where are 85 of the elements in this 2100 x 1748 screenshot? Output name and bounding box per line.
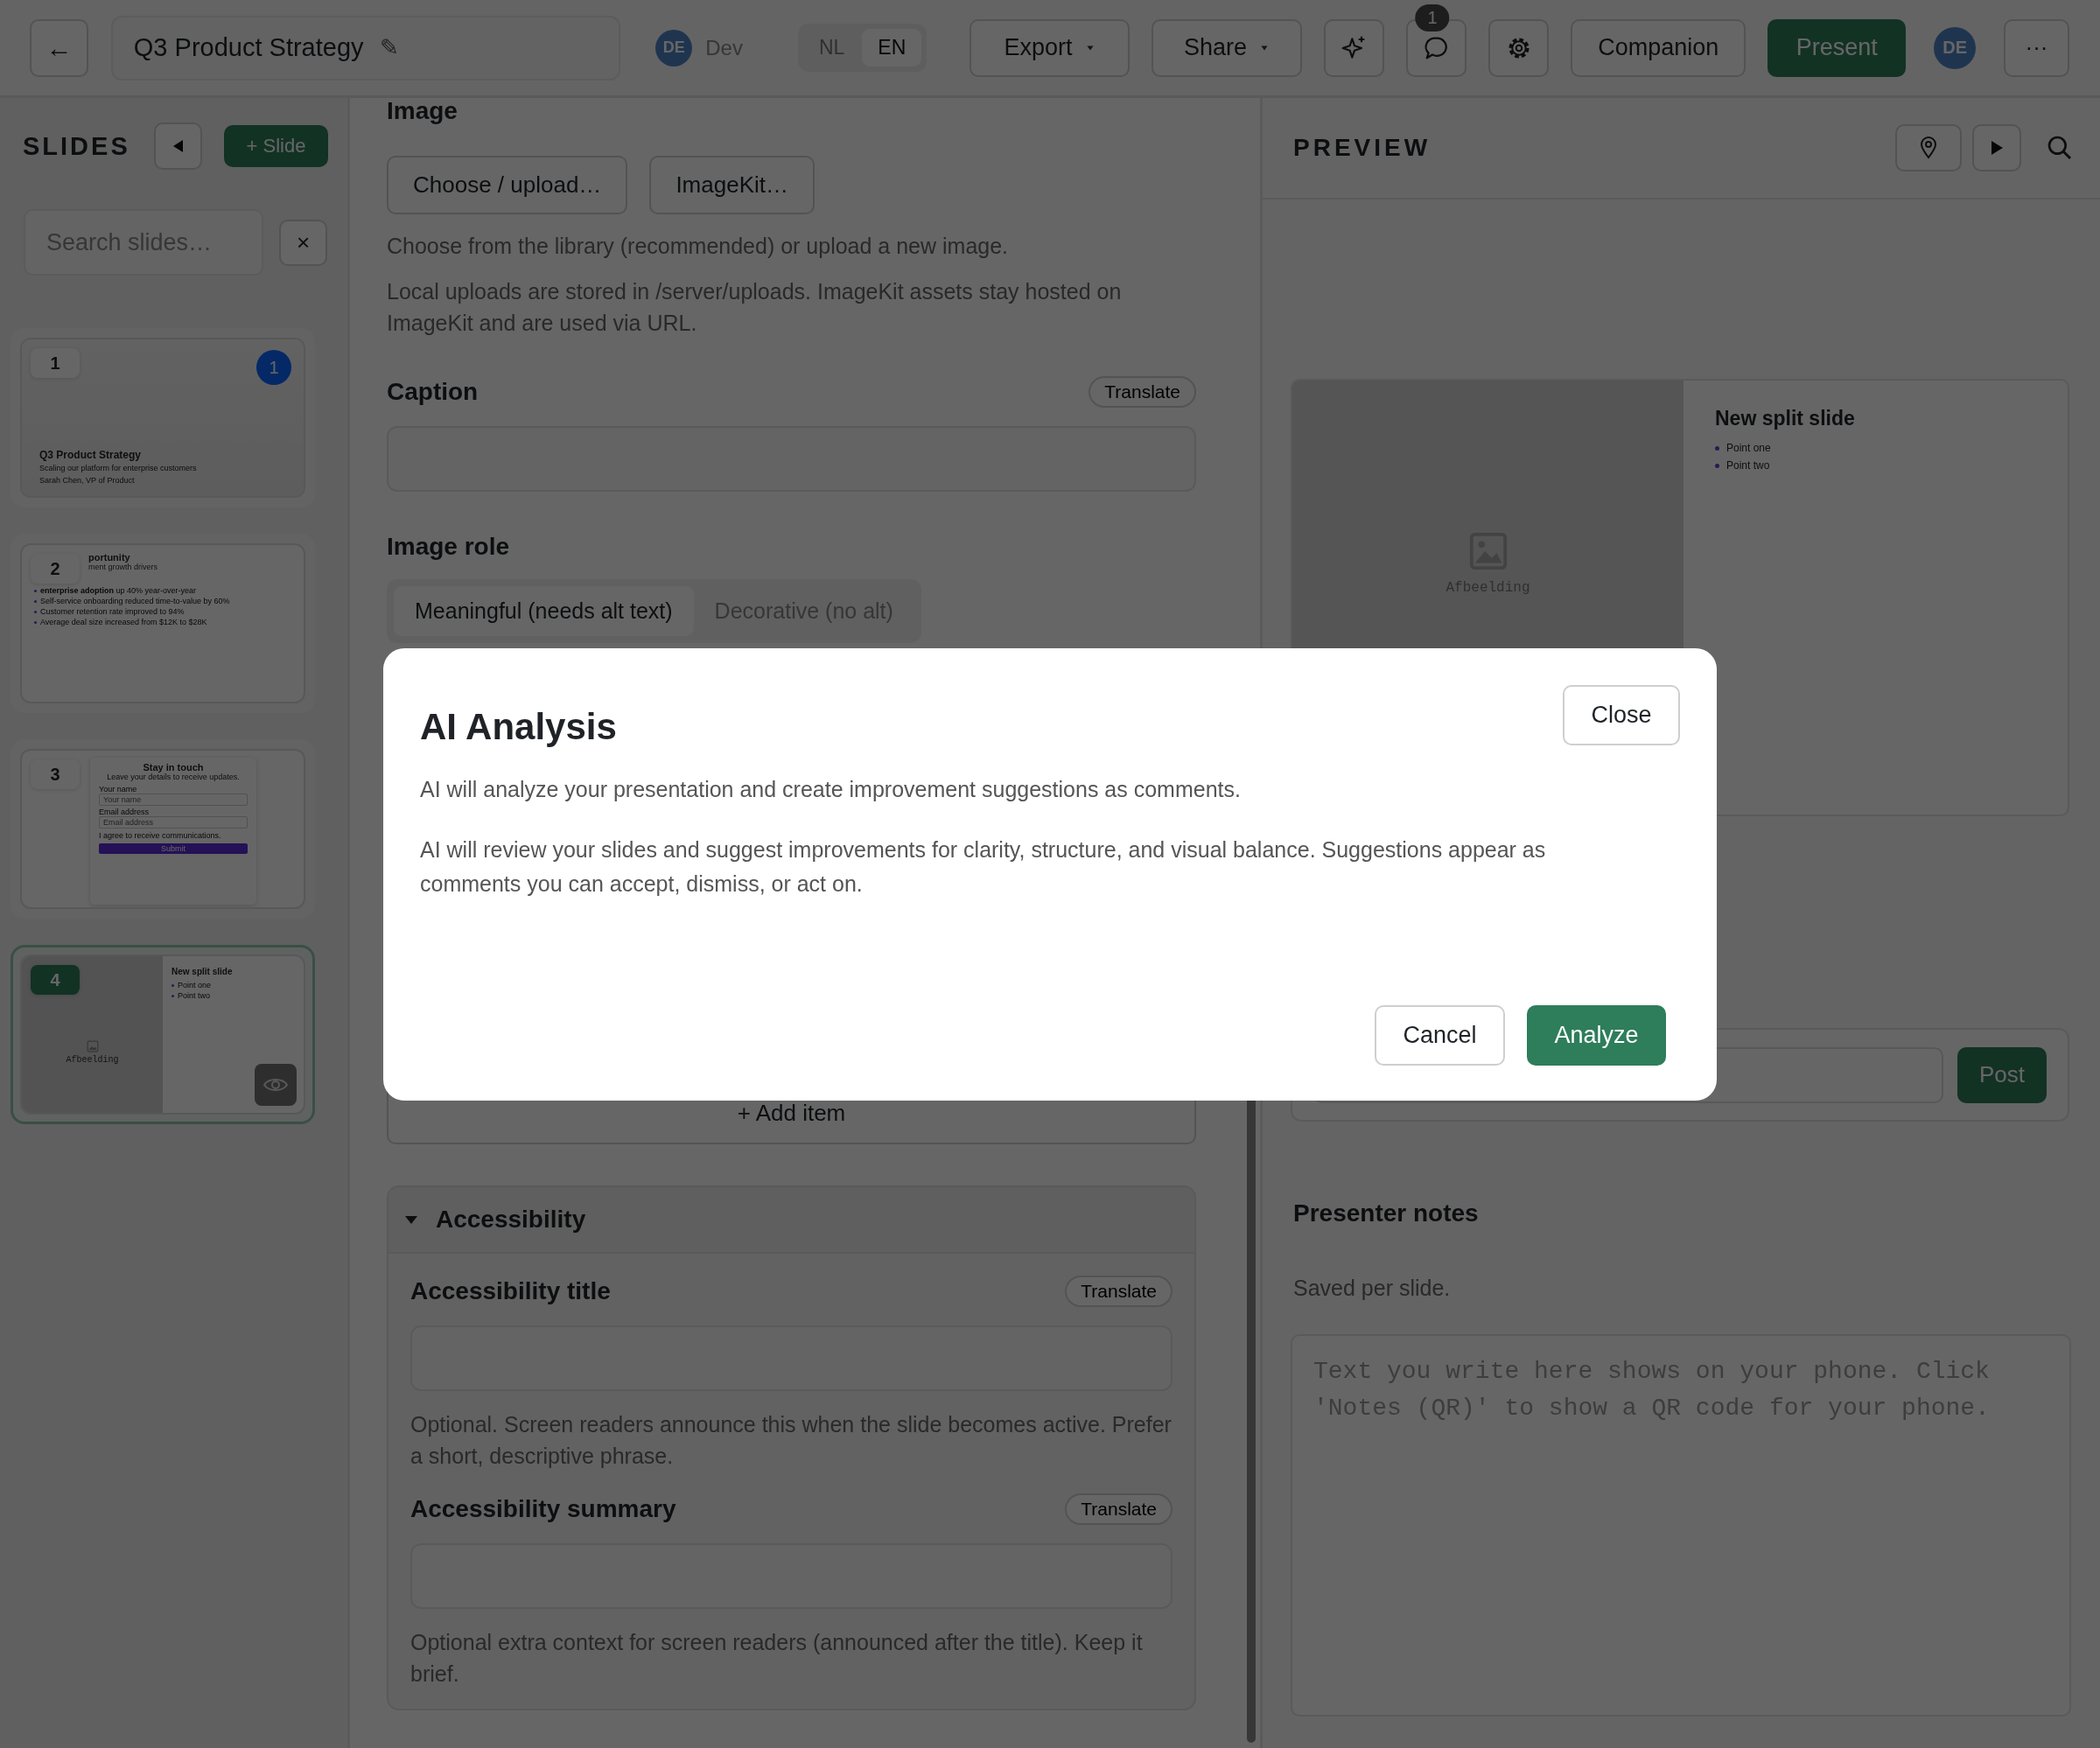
image-label: Afbeelding [66, 1054, 119, 1065]
edit-icon[interactable]: ✎ [379, 34, 399, 61]
slide-number: 2 [31, 554, 80, 584]
slide-bullet: enterprise adoption up 40% year-over-year [34, 585, 291, 596]
user-avatar[interactable]: DE [1934, 26, 1977, 69]
share-button[interactable]: Share [1151, 18, 1303, 77]
collapse-button[interactable] [154, 122, 202, 170]
clear-button[interactable]: × [279, 219, 327, 266]
preview-button[interactable] [255, 1064, 297, 1106]
image-button[interactable]: ImageKit… [649, 156, 815, 214]
panel-title: PREVIEW [1293, 134, 1432, 162]
consent-text: I agree to receive communications. [99, 831, 222, 840]
slide-bullet: Point one [1715, 439, 2036, 457]
accordion-title: Accessibility [436, 1205, 586, 1234]
help-text: Choose from the library (recommended) or upload a new image. [387, 233, 1010, 260]
location-button[interactable] [1895, 124, 1962, 171]
analyze-button[interactable]: Analyze [1527, 1004, 1666, 1066]
presentation-title: Q3 Product Strategy [133, 33, 364, 62]
dialog-text: AI will analyze your presentation and create improvement suggestions as comments. [420, 775, 1242, 803]
search-icon [2046, 134, 2074, 162]
comment-count-badge: 1 [1415, 3, 1450, 31]
form-field: Email address [99, 816, 248, 829]
slide-author: Sarah Chen, VP of Product [39, 476, 136, 486]
section-heading: Presenter notes [1293, 1199, 1480, 1228]
submit-button: Submit [99, 843, 248, 854]
slide-card[interactable]: Afbeelding New split slide Point one Point two 4 [10, 945, 315, 1124]
translate-button[interactable]: Translate [1065, 1493, 1172, 1525]
help-text: Saved per slide. [1293, 1275, 1452, 1302]
slide-title: New split slide [172, 967, 234, 976]
slide-number: 4 [31, 965, 80, 995]
settings-button[interactable] [1488, 18, 1549, 77]
field-label: Caption [387, 377, 479, 407]
slide-subtitle: ment growth drivers [88, 563, 159, 571]
slide-number: 3 [31, 759, 80, 789]
close-button[interactable]: Close [1563, 684, 1680, 745]
slide-title: Q3 Product Strategy [39, 449, 143, 461]
slide-title: New split slide [1715, 407, 1856, 430]
help-text: Local uploads are stored in /server/uploads. ImageKit assets stay hosted on ImageKit and are used via URL. [387, 278, 1123, 337]
title-field[interactable]: Q3 Product Strategy ✎ [110, 15, 621, 80]
image-icon [86, 1039, 99, 1052]
export-button[interactable]: Export [970, 18, 1130, 77]
field-label: Accessibility summary [410, 1494, 676, 1524]
search-button[interactable] [2046, 134, 2074, 162]
form-subtitle: Leave your details to receive updates. [106, 773, 241, 781]
play-icon [1989, 139, 2005, 157]
slide-title: portunity [88, 552, 130, 563]
slide-number: 1 [31, 348, 80, 378]
post-button[interactable]: Post [1957, 1046, 2047, 1103]
language-option[interactable]: EN [862, 29, 922, 66]
translate-button[interactable]: Translate [1065, 1276, 1172, 1307]
slide-bullet: Point two [172, 990, 295, 1001]
form-label: Email address [99, 808, 150, 816]
slide-subtitle: Scaling our platform for enterprise customers [39, 464, 197, 473]
more-button[interactable]: ··· [2004, 18, 2069, 77]
play-button[interactable] [1972, 124, 2021, 171]
cancel-button[interactable]: Cancel [1375, 1004, 1505, 1066]
slide-bullet: Point two [1715, 457, 2036, 474]
chat-bubble-icon [1423, 34, 1450, 61]
help-text: Optional extra context for screen readers (announced after the title). Keep it brief. [410, 1629, 1144, 1688]
companion-button[interactable]: Companion [1570, 18, 1746, 77]
translate-button[interactable]: Translate [1088, 376, 1196, 408]
dialog-title: AI Analysis [420, 705, 617, 748]
dialog-text: AI will review your slides and suggest improvements for clarity, structure, and visual balance. Suggestions appear as comments you can accept, dismiss, or act on. [420, 836, 1547, 898]
ai-button[interactable] [1324, 18, 1385, 77]
add-slide-button[interactable]: + Slide [224, 125, 328, 167]
slide-bullet: Point one [172, 980, 295, 990]
field-label: Image role [387, 532, 510, 562]
slide-bullet: Customer retention rate improved to 94% [34, 606, 291, 617]
form-field: Your name [99, 794, 248, 806]
slide-bullet: Average deal size increased from $12K to $28K [34, 617, 291, 627]
help-text: Optional. Screen readers announce this when the slide becomes active. Prefer a short, descriptive phrase. [410, 1411, 1172, 1470]
caret-icon [404, 1214, 418, 1225]
user-avatar: DE [655, 29, 693, 66]
section-heading: Image [387, 98, 458, 124]
image-button[interactable]: Choose / upload… [387, 156, 628, 214]
role-option[interactable]: Meaningful (needs alt text) [394, 586, 694, 636]
field-label: Accessibility title [410, 1276, 611, 1306]
map-pin-icon [1919, 136, 1938, 159]
form-label: Your name [99, 785, 138, 794]
back-button[interactable]: ← [30, 18, 88, 77]
present-button[interactable]: Present [1768, 18, 1907, 77]
eye-icon [262, 1076, 289, 1094]
sidebar-title: SLIDES [23, 131, 131, 161]
form-title: Stay in touch [142, 762, 204, 773]
slide-bullet: Self-service onboarding reduced time-to-value by 60% [34, 596, 291, 606]
